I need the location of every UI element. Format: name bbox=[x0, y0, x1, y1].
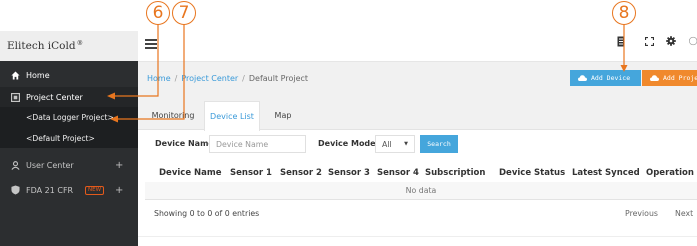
breadcrumb-bar: Home / Project Center / Default Project Add … bbox=[138, 62, 697, 97]
brand-name: Elitech iCold bbox=[7, 40, 76, 52]
expand-icon[interactable]: + bbox=[115, 160, 123, 171]
breadcrumb-separator: / bbox=[174, 74, 178, 83]
column-header[interactable]: Sensor 3 bbox=[328, 168, 370, 178]
column-header[interactable]: Sensor 4 bbox=[377, 168, 419, 178]
device-name-input[interactable]: Device Name bbox=[209, 135, 306, 153]
column-header[interactable]: Sensor 1 bbox=[230, 168, 272, 178]
sidebar-item-project-center[interactable]: Project Center bbox=[0, 87, 138, 107]
brand-mark: ® bbox=[76, 39, 84, 47]
device-name-label: Device Name: bbox=[155, 139, 218, 148]
add-device-button[interactable]: Add Device bbox=[570, 70, 641, 86]
avatar[interactable] bbox=[688, 34, 697, 48]
search-button[interactable]: Search bbox=[420, 135, 458, 153]
expand-icon[interactable]: + bbox=[115, 185, 123, 196]
tab-strip: Monitoring Device List Map bbox=[138, 97, 697, 131]
add-project-button[interactable]: Add Project bbox=[642, 70, 697, 86]
column-header[interactable]: Device Name bbox=[159, 168, 222, 178]
breadcrumb-separator: / bbox=[242, 74, 245, 83]
empty-table-message: No data bbox=[145, 182, 697, 199]
sidebar-subitem-default-project[interactable]: <Default Project> bbox=[0, 128, 138, 148]
home-icon bbox=[10, 70, 20, 80]
gear-icon[interactable] bbox=[665, 34, 677, 48]
grid-icon bbox=[10, 92, 20, 102]
tab-map[interactable]: Map bbox=[268, 101, 298, 130]
callout-7: 7 bbox=[172, 1, 196, 25]
sidebar-subitem-data-logger-project[interactable]: <Data Logger Project> bbox=[0, 107, 138, 128]
table-info: Showing 0 to 0 of 0 entries bbox=[154, 209, 260, 218]
shield-icon bbox=[10, 185, 20, 195]
breadcrumb-home[interactable]: Home bbox=[147, 74, 171, 83]
column-header[interactable]: Sensor 2 bbox=[280, 168, 322, 178]
sidebar-item-label: User Center bbox=[26, 160, 74, 170]
breadcrumb: Home / Project Center / Default Project bbox=[147, 74, 308, 83]
breadcrumb-current: Default Project bbox=[248, 74, 309, 83]
cloud-icon bbox=[650, 75, 659, 81]
sidebar-item-label: FDA 21 CFR bbox=[26, 185, 74, 195]
caret-down-icon: ▼ bbox=[404, 141, 408, 147]
sidebar-item-label: Project Center bbox=[26, 92, 83, 102]
user-icon bbox=[10, 160, 20, 170]
callout-8: 8 bbox=[612, 1, 636, 25]
column-header[interactable]: Latest Synced bbox=[572, 168, 640, 178]
breadcrumb-project-center[interactable]: Project Center bbox=[181, 74, 238, 83]
tab-device-list[interactable]: Device List bbox=[204, 101, 260, 131]
menu-toggle-icon[interactable] bbox=[145, 39, 157, 49]
brand-logo: Elitech iCold ® bbox=[0, 31, 138, 61]
device-model-value: All bbox=[382, 139, 392, 149]
sidebar-item-fda-21-cfr[interactable]: FDA 21 CFR NEW + bbox=[0, 180, 138, 200]
content-bottom-divider bbox=[138, 236, 697, 237]
column-header[interactable]: Operation bbox=[646, 168, 694, 178]
add-project-label: Add Project bbox=[663, 74, 697, 82]
tab-monitoring[interactable]: Monitoring bbox=[147, 101, 199, 130]
document-icon[interactable] bbox=[615, 34, 627, 48]
next-page-button[interactable]: Next bbox=[675, 209, 693, 218]
cloud-icon bbox=[578, 75, 587, 81]
sidebar-item-user-center[interactable]: User Center + bbox=[0, 155, 138, 175]
new-badge: NEW bbox=[85, 186, 105, 195]
sidebar-item-label: Home bbox=[26, 70, 50, 80]
table-bottom-divider bbox=[145, 199, 697, 200]
add-device-label: Add Device bbox=[591, 74, 631, 82]
fullscreen-icon[interactable] bbox=[643, 34, 655, 48]
column-header[interactable]: Subscription bbox=[425, 168, 485, 178]
device-model-select[interactable]: All ▼ bbox=[375, 135, 415, 153]
callout-6: 6 bbox=[146, 1, 170, 25]
column-header[interactable]: Device Status bbox=[499, 168, 565, 178]
sidebar-item-home[interactable]: Home bbox=[0, 65, 138, 85]
previous-page-button[interactable]: Previous bbox=[625, 209, 658, 218]
